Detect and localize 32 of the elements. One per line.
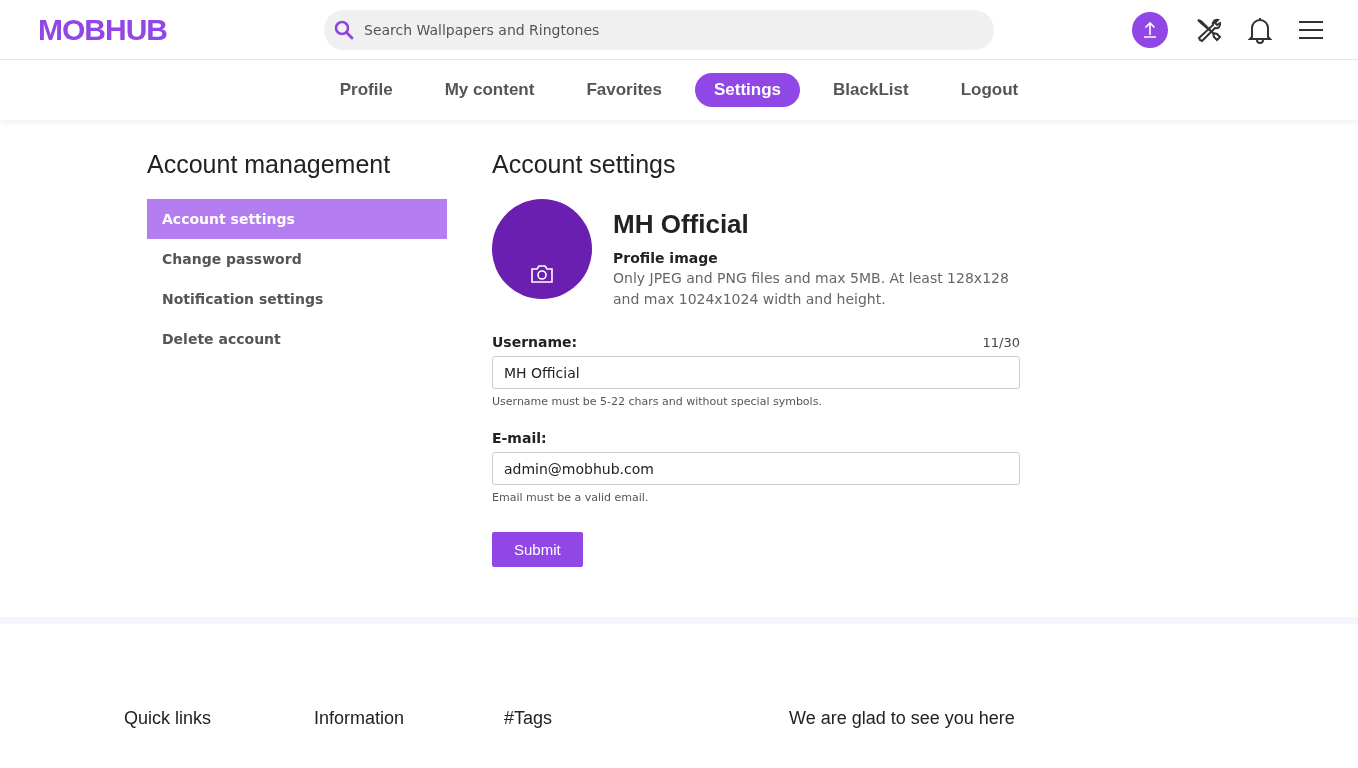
nav-tab[interactable]: BlackList [814,73,928,107]
input-field[interactable]: admin@mobhub.com [492,452,1020,485]
logo[interactable]: MOBHUB [38,12,324,47]
nav-tab[interactable]: My content [425,73,554,107]
char-counter: 11/30 [982,335,1020,350]
upload-icon[interactable] [1132,11,1168,48]
search-field[interactable]: Search Wallpapers and Ringtones [324,9,994,50]
input-field[interactable]: MH Official [492,356,1020,389]
field-hint: Email must be a valid email. [492,491,650,504]
bell-icon[interactable] [1248,15,1272,44]
sidebar-item[interactable]: Delete account [147,319,447,359]
field-label: E-mail: [492,430,547,446]
field-hint: Username must be 5-22 chars and without special symbols. [492,395,823,408]
section-title: Account settings [492,150,677,179]
footer-heading: Quick links [124,708,212,729]
profile-image-hint: Only JPEG and PNG files and max 5MB. At least 128x128 and max 1024x1024 width and height. [613,269,1010,309]
sidebar-item[interactable]: Notification settings [147,279,447,319]
profile-name: MH Official [613,209,750,240]
submit-button[interactable]: Submit [492,532,583,567]
footer-heading: Information [314,708,405,729]
field-label: Username: [492,334,578,350]
nav-tab[interactable]: Logout [941,73,1038,107]
sidebar-title: Account management [147,150,392,179]
camera-icon[interactable] [531,265,553,283]
sidebar-item[interactable]: Change password [147,239,447,279]
footer-heading: #Tags [504,708,553,729]
nav-tab[interactable]: Settings [695,73,801,107]
profile-image-label: Profile image [613,250,719,266]
nav-tab[interactable]: Profile [320,73,412,107]
footer-heading: We are glad to see you here [789,708,1015,729]
nav-tab[interactable]: Favorites [567,73,681,107]
menu-icon[interactable] [1298,19,1324,40]
